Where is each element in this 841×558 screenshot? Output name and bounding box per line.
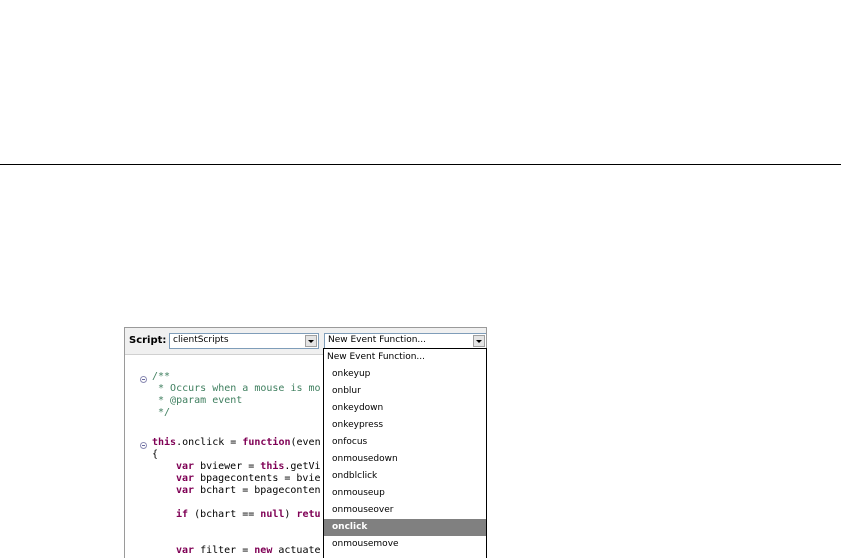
code-comment: */ xyxy=(152,407,171,418)
code-keyword: this xyxy=(152,437,177,448)
code-keyword: var xyxy=(176,485,195,496)
code-keyword: var xyxy=(176,545,195,556)
event-function-select[interactable]: New Event Function... xyxy=(324,333,486,349)
fold-toggle-icon[interactable] xyxy=(140,442,147,449)
code-comment: /** xyxy=(152,371,171,382)
code-line: var bchart = bpageconten xyxy=(176,485,321,497)
code-text: (bchart == xyxy=(188,509,261,520)
code-keyword: var xyxy=(176,461,195,472)
code-keyword: new xyxy=(254,545,273,556)
dropdown-item-onkeyup[interactable]: onkeyup xyxy=(324,366,486,383)
dropdown-item-label: onfocus xyxy=(332,437,368,447)
dropdown-item-label: onkeydown xyxy=(332,403,384,413)
horizontal-divider xyxy=(0,164,841,165)
dropdown-item-label: onkeyup xyxy=(332,369,371,379)
code-line: */ xyxy=(152,407,170,419)
code-text: bchart = bpageconten xyxy=(194,485,321,496)
dropdown-item-label: onmouseover xyxy=(332,505,394,515)
code-keyword: retu xyxy=(296,509,321,520)
code-text: filter = xyxy=(194,545,255,556)
code-text: { xyxy=(152,449,159,460)
code-text: .getVi xyxy=(284,461,321,472)
code-keyword: function xyxy=(242,437,291,448)
code-text: (even xyxy=(290,437,321,448)
event-function-dropdown-list[interactable]: New Event Function... onkeyup onblur onk… xyxy=(323,348,487,558)
dropdown-item-label: onmousedown xyxy=(332,454,398,464)
chevron-down-icon[interactable] xyxy=(305,335,317,347)
script-label: Script: xyxy=(129,335,167,346)
code-line: { xyxy=(152,449,158,461)
dropdown-item-label: New Event Function... xyxy=(327,352,425,362)
code-line: var bviewer = this.getVi xyxy=(176,461,321,473)
dropdown-item-onmouseup[interactable]: onmouseup xyxy=(324,485,486,502)
page: Script: clientScripts New Event Function… xyxy=(0,0,841,558)
chevron-down-icon[interactable] xyxy=(473,335,485,347)
code-line: * @param event xyxy=(152,395,242,407)
code-line: if (bchart == null) retu xyxy=(176,509,321,521)
dropdown-item-onclick[interactable]: onclick xyxy=(324,519,486,536)
dropdown-item-onfocus[interactable]: onfocus xyxy=(324,434,486,451)
dropdown-item-onmousemove[interactable]: onmousemove xyxy=(324,536,486,553)
fold-toggle-icon[interactable] xyxy=(140,376,147,383)
code-line: /** xyxy=(152,371,170,383)
event-function-select-value: New Event Function... xyxy=(328,335,426,345)
dropdown-item-label: onkeypress xyxy=(332,420,384,430)
dropdown-item-onblur[interactable]: onblur xyxy=(324,383,486,400)
dropdown-item-new-event-function[interactable]: New Event Function... xyxy=(324,349,486,366)
code-keyword: this xyxy=(260,461,285,472)
code-text: ) xyxy=(284,509,297,520)
code-text: bviewer = xyxy=(194,461,261,472)
code-line: this.onclick = function(even xyxy=(152,437,321,449)
dropdown-item-label: onmouseup xyxy=(332,488,385,498)
code-line: * Occurs when a mouse is mo xyxy=(152,383,321,395)
code-text: actuate xyxy=(272,545,321,556)
dropdown-item-onmouseover[interactable]: onmouseover xyxy=(324,502,486,519)
code-text: .onclick = xyxy=(176,437,243,448)
dropdown-item-label: ondblclick xyxy=(332,471,378,481)
code-comment: * Occurs when a mouse is mo xyxy=(152,383,321,394)
dropdown-item-label: onblur xyxy=(332,386,361,396)
dropdown-item-onkeydown[interactable]: onkeydown xyxy=(324,400,486,417)
code-keyword: null xyxy=(260,509,285,520)
code-comment: * @param event xyxy=(152,395,243,406)
dropdown-item-label: onclick xyxy=(332,522,368,532)
dropdown-item-ondblclick[interactable]: ondblclick xyxy=(324,468,486,485)
dropdown-item-onkeypress[interactable]: onkeypress xyxy=(324,417,486,434)
script-select-value: clientScripts xyxy=(173,335,229,345)
script-select[interactable]: clientScripts xyxy=(169,333,319,349)
dropdown-item-label: onmousemove xyxy=(332,539,399,549)
code-keyword: var xyxy=(176,473,195,484)
code-keyword: if xyxy=(176,509,189,520)
code-line: var filter = new actuate xyxy=(176,545,321,557)
dropdown-item-onmousedown[interactable]: onmousedown xyxy=(324,451,486,468)
code-text: bpagecontents = bvie xyxy=(194,473,321,484)
code-line: var bpagecontents = bvie xyxy=(176,473,321,485)
